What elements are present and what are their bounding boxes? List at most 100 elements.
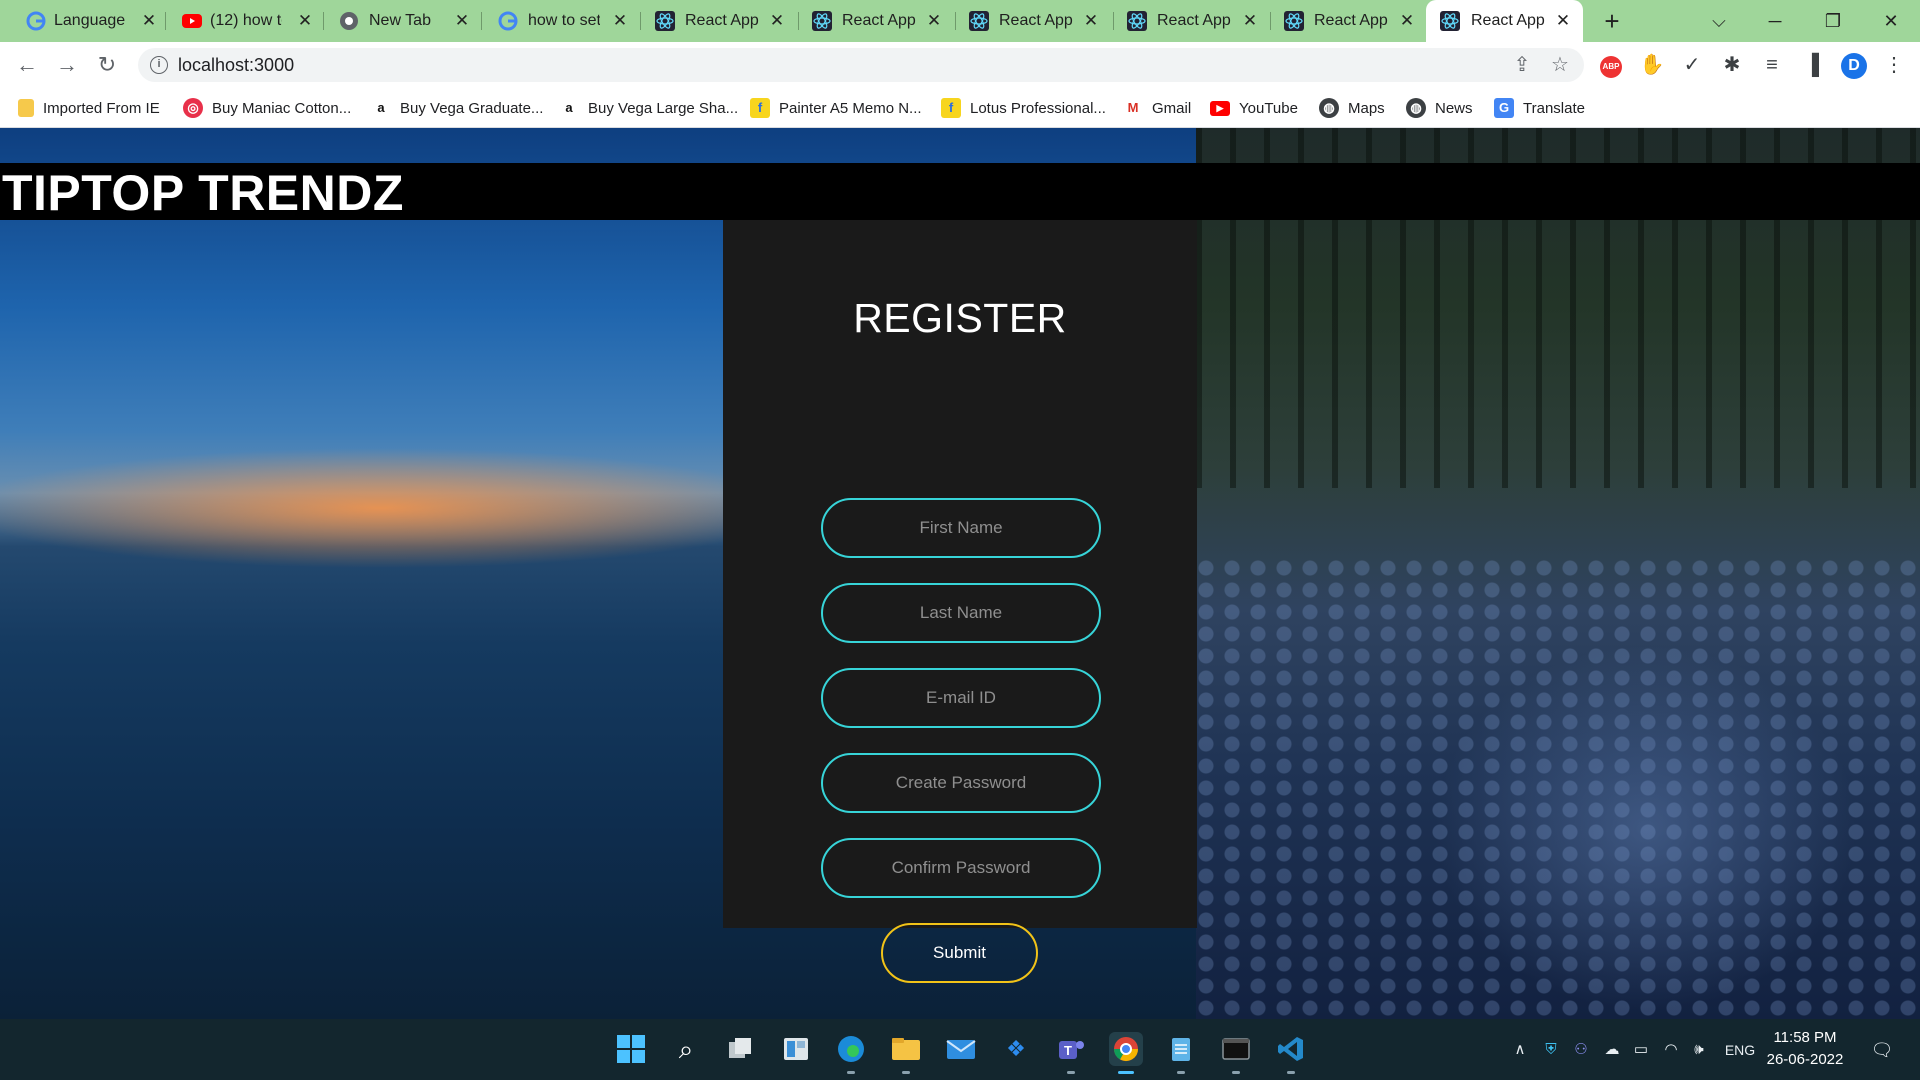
bookmark-translate[interactable]: G Translate: [1494, 96, 1585, 120]
email-field[interactable]: [821, 668, 1101, 728]
globe-icon: ◍: [1406, 98, 1426, 118]
security-shield-icon[interactable]: ⛨: [1540, 1039, 1562, 1061]
tab-title: React App: [842, 12, 916, 29]
last-name-field[interactable]: [821, 583, 1101, 643]
onedrive-cloud-icon[interactable]: ☁: [1600, 1039, 1624, 1061]
extensions-puzzle-icon[interactable]: ✱: [1717, 50, 1747, 80]
mail-icon[interactable]: [944, 1032, 978, 1066]
close-icon[interactable]: ✕: [140, 11, 158, 31]
bookmark-gmail[interactable]: M Gmail: [1123, 96, 1192, 120]
site-info-icon[interactable]: i: [150, 56, 168, 74]
back-arrow-icon[interactable]: ←: [12, 50, 42, 80]
tab-react-app-5[interactable]: React App ✕: [1257, 0, 1414, 42]
wifi-icon[interactable]: ◠: [1660, 1039, 1682, 1061]
checkmark-extension-icon[interactable]: ✓: [1677, 50, 1707, 80]
tab-search-chevron-icon[interactable]: ⌵: [1704, 6, 1734, 36]
language-indicator[interactable]: ENG: [1720, 1039, 1760, 1061]
teams-tray-icon[interactable]: ⚇: [1570, 1039, 1592, 1061]
folder-icon: [18, 99, 34, 117]
close-icon[interactable]: ✕: [611, 11, 629, 31]
close-icon[interactable]: ✕: [925, 11, 943, 31]
window-close-icon[interactable]: ✕: [1876, 6, 1906, 36]
reading-list-icon[interactable]: ≡: [1757, 50, 1787, 80]
tab-react-app-active[interactable]: React App ✕: [1426, 0, 1583, 42]
windows-taskbar: ⌕ ❖ T ∧ ⛨ ⚇ ☁ ▭ ◠ 🕪 ENG 11:58 PM 26-06-2…: [0, 1019, 1920, 1080]
search-icon[interactable]: ⌕: [669, 1032, 703, 1066]
tab-new-tab[interactable]: New Tab ✕: [315, 0, 472, 42]
file-explorer-icon[interactable]: [889, 1032, 923, 1066]
bookmark-maniac[interactable]: ◎ Buy Maniac Cotton...: [183, 96, 351, 120]
address-bar[interactable]: i localhost:3000 ⇪ ☆: [138, 48, 1584, 82]
chrome-icon[interactable]: [1109, 1032, 1143, 1066]
widgets-icon[interactable]: [779, 1032, 813, 1066]
task-view-icon[interactable]: [724, 1032, 758, 1066]
side-panel-icon[interactable]: ▐: [1797, 50, 1827, 80]
show-hidden-icons-chevron-icon[interactable]: ∧: [1510, 1039, 1530, 1061]
clock-date[interactable]: 26-06-2022: [1766, 1051, 1844, 1068]
running-indicator: [1177, 1071, 1185, 1074]
bookmark-maps[interactable]: ◍ Maps: [1319, 96, 1385, 120]
bookmark-star-icon[interactable]: ☆: [1548, 54, 1572, 76]
tab-title: React App: [685, 12, 759, 29]
close-icon[interactable]: ✕: [1082, 11, 1100, 31]
new-tab-button[interactable]: +: [1599, 8, 1625, 34]
tab-youtube[interactable]: (12) how to ✕: [158, 0, 315, 42]
site-header: TIPTOP TRENDZ: [0, 163, 1920, 220]
react-icon: [969, 11, 989, 31]
tab-how-to-set[interactable]: how to set ✕: [472, 0, 629, 42]
bookmark-news[interactable]: ◍ News: [1406, 96, 1473, 120]
bookmark-label: Gmail: [1152, 99, 1192, 117]
adblock-plus-icon[interactable]: ABP: [1600, 56, 1622, 78]
vscode-icon[interactable]: [1274, 1032, 1308, 1066]
profile-avatar[interactable]: D: [1841, 53, 1867, 79]
close-icon[interactable]: ✕: [768, 11, 786, 31]
terminal-icon[interactable]: [1219, 1032, 1253, 1066]
reload-icon[interactable]: ↻: [92, 50, 122, 80]
bookmark-painter-memo[interactable]: f Painter A5 Memo N...: [750, 96, 922, 120]
bookmark-vega-graduate[interactable]: a Buy Vega Graduate...: [371, 96, 543, 120]
bookmarks-bar: Imported From IE ◎ Buy Maniac Cotton... …: [0, 88, 1920, 128]
flipkart-icon: f: [941, 98, 961, 118]
tab-language[interactable]: Language ✕: [0, 0, 158, 42]
close-icon[interactable]: ✕: [1554, 11, 1572, 31]
share-icon[interactable]: ⇪: [1510, 54, 1534, 76]
confirm-password-field[interactable]: [821, 838, 1101, 898]
create-password-field[interactable]: [821, 753, 1101, 813]
running-indicator: [1067, 1071, 1075, 1074]
edge-icon[interactable]: [834, 1032, 868, 1066]
google-icon: [498, 11, 518, 31]
windows-start-icon[interactable]: [614, 1032, 648, 1066]
tab-react-app-2[interactable]: React App ✕: [786, 0, 943, 42]
restore-icon[interactable]: ❐: [1818, 6, 1848, 36]
menu-kebab-icon[interactable]: ⋮: [1879, 50, 1909, 80]
tab-react-app-1[interactable]: React App ✕: [629, 0, 786, 42]
clock-time[interactable]: 11:58 PM: [1770, 1029, 1840, 1046]
forward-arrow-icon[interactable]: →: [52, 50, 82, 80]
tab-react-app-4[interactable]: React App ✕: [1100, 0, 1257, 42]
notification-center-icon[interactable]: 🗨: [1868, 1039, 1896, 1061]
close-icon[interactable]: ✕: [453, 11, 471, 31]
battery-icon[interactable]: ▭: [1630, 1039, 1652, 1061]
running-indicator: [1287, 1071, 1295, 1074]
hand-extension-icon[interactable]: ✋: [1637, 50, 1667, 80]
teams-icon[interactable]: T: [1054, 1032, 1088, 1066]
minimize-icon[interactable]: ─: [1760, 6, 1790, 36]
close-icon[interactable]: ✕: [296, 11, 314, 31]
gmail-icon: M: [1127, 100, 1139, 115]
close-icon[interactable]: ✕: [1398, 11, 1416, 31]
bookmark-imported-from-ie[interactable]: Imported From IE: [18, 96, 160, 120]
bookmark-lotus-professional[interactable]: f Lotus Professional...: [941, 96, 1106, 120]
youtube-icon: ▶: [1210, 100, 1230, 116]
dropbox-icon[interactable]: ❖: [999, 1032, 1033, 1066]
url-text[interactable]: localhost:3000: [178, 55, 294, 75]
bookmark-youtube[interactable]: ▶ YouTube: [1210, 96, 1298, 120]
bookmark-label: Translate: [1523, 99, 1585, 117]
tab-title: New Tab: [369, 12, 431, 29]
speaker-volume-icon[interactable]: 🕪: [1688, 1039, 1710, 1061]
tab-react-app-3[interactable]: React App ✕: [943, 0, 1100, 42]
bookmark-vega-large[interactable]: a Buy Vega Large Sha...: [559, 96, 738, 120]
first-name-field[interactable]: [821, 498, 1101, 558]
notepad-icon[interactable]: [1164, 1032, 1198, 1066]
google-icon: [26, 11, 46, 31]
submit-button[interactable]: Submit: [881, 923, 1038, 983]
